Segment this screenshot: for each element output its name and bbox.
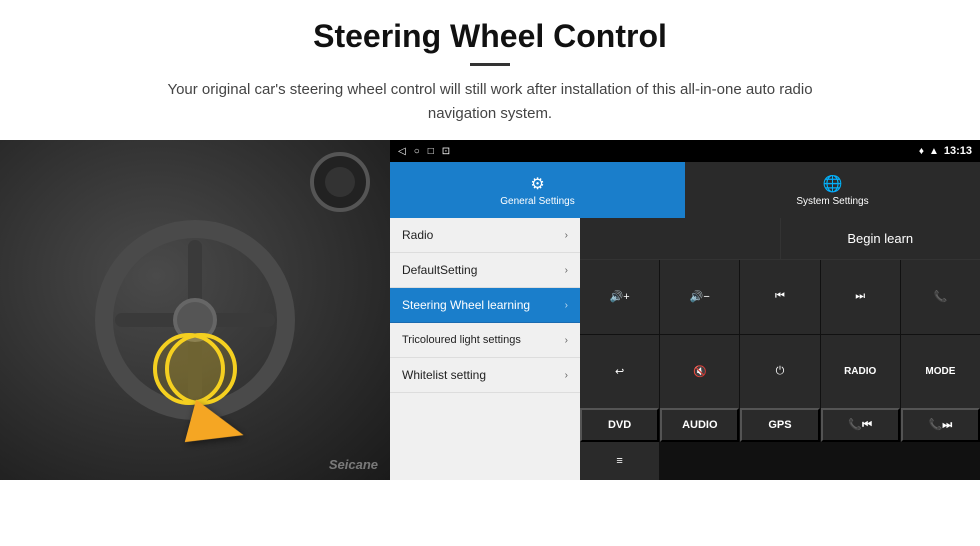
status-time: 13:13 (944, 145, 972, 157)
mode-button[interactable]: MODE (901, 335, 980, 409)
vol-up-button[interactable]: 🔊+ (580, 260, 659, 334)
bottom-button-row: DVD AUDIO GPS 📞⏮ 📞⏭ (580, 408, 980, 442)
menu-item-whitelist[interactable]: Whitelist setting › (390, 358, 580, 393)
audio-label: AUDIO (682, 419, 717, 431)
chevron-icon-radio: › (565, 230, 568, 241)
radio-button[interactable]: RADIO (821, 335, 900, 409)
content-area: Seicane ◁ ○ □ ⊡ ♦ ▲ 13:13 (0, 140, 980, 480)
steering-wheel (95, 220, 295, 420)
menu-list: Radio › DefaultSetting › Steering Wheel … (390, 218, 580, 480)
gps-button[interactable]: GPS (740, 408, 819, 442)
vol-down-button[interactable]: 🔊− (660, 260, 739, 334)
back-icon: ↩ (615, 365, 624, 378)
title-divider (470, 63, 510, 66)
menu-item-tricoloured-label: Tricoloured light settings (402, 333, 565, 347)
menu-item-radio-label: Radio (402, 228, 565, 242)
vol-down-icon: 🔊− (690, 290, 710, 303)
status-left: ◁ ○ □ ⊡ (398, 146, 450, 157)
prev-track-icon: ⏮ (775, 290, 785, 303)
power-icon: ⏻ (776, 365, 785, 378)
chevron-icon-tricoloured: › (565, 335, 568, 346)
chevron-icon-steering: › (565, 300, 568, 311)
screenshot-nav-icon[interactable]: ⊡ (442, 146, 450, 157)
tab-general-settings[interactable]: ⚙ General Settings (390, 162, 685, 218)
wifi-status-icon: ▲ (929, 146, 939, 157)
page-wrapper: Steering Wheel Control Your original car… (0, 0, 980, 480)
audio-button[interactable]: AUDIO (660, 408, 739, 442)
power-button[interactable]: ⏻ (740, 335, 819, 409)
highlight-right-buttons (153, 333, 225, 405)
menu-item-radio[interactable]: Radio › (390, 218, 580, 253)
phone-next-icon: 📞⏭ (929, 418, 953, 432)
mute-button[interactable]: 🔇 (660, 335, 739, 409)
next-track-button[interactable]: ⏭ (821, 260, 900, 334)
mode-label: MODE (925, 366, 955, 377)
phone-prev-button[interactable]: 📞⏮ (821, 408, 900, 442)
tab-system-settings[interactable]: 🌐 System Settings (685, 162, 980, 218)
phone-prev-icon: 📞⏮ (848, 418, 872, 432)
main-content: Radio › DefaultSetting › Steering Wheel … (390, 218, 980, 480)
chevron-icon-default: › (565, 265, 568, 276)
phone-button[interactable]: 📞 (901, 260, 980, 334)
vol-up-icon: 🔊+ (610, 290, 630, 303)
next-track-icon: ⏭ (855, 290, 865, 303)
car-photo: Seicane (0, 140, 390, 480)
begin-learn-button[interactable]: Begin learn (780, 218, 980, 259)
back-button[interactable]: ↩ (580, 335, 659, 409)
menu-item-whitelist-label: Whitelist setting (402, 368, 565, 382)
menu-item-defaultsetting-label: DefaultSetting (402, 263, 565, 277)
watermark: Seicane (329, 457, 378, 472)
last-button-row: ≡ (580, 442, 980, 480)
menu-item-tricoloured[interactable]: Tricoloured light settings › (390, 323, 580, 358)
home-nav-icon[interactable]: ○ (414, 146, 420, 157)
mute-icon: 🔇 (693, 365, 707, 378)
menu-item-steering-wheel[interactable]: Steering Wheel learning › (390, 288, 580, 323)
general-settings-icon: ⚙ (530, 174, 544, 194)
phone-icon: 📞 (934, 290, 948, 303)
menu-grid-button[interactable]: ≡ (580, 442, 659, 480)
phone-next-button[interactable]: 📞⏭ (901, 408, 980, 442)
radio-label-area (580, 218, 780, 259)
menu-item-defaultsetting[interactable]: DefaultSetting › (390, 253, 580, 288)
status-right: ♦ ▲ 13:13 (919, 145, 972, 157)
arrow-shape (185, 400, 250, 457)
header-section: Steering Wheel Control Your original car… (0, 0, 980, 140)
controls-area: Begin learn 🔊+ 🔊− ⏮ (580, 218, 980, 480)
radio-begin-row: Begin learn (580, 218, 980, 260)
recents-nav-icon[interactable]: □ (428, 146, 434, 157)
control-button-grid: 🔊+ 🔊− ⏮ ⏭ 📞 (580, 260, 980, 408)
menu-grid-icon: ≡ (616, 455, 622, 467)
arrow-overlay (190, 406, 245, 450)
dvd-label: DVD (608, 419, 631, 431)
system-settings-icon: 🌐 (823, 174, 843, 194)
gauge-hint (310, 152, 370, 212)
top-tabs: ⚙ General Settings 🌐 System Settings (390, 162, 980, 218)
radio-text-label: RADIO (844, 366, 876, 377)
tab-system-label: System Settings (796, 196, 868, 207)
menu-item-steering-label: Steering Wheel learning (402, 298, 565, 312)
back-nav-icon[interactable]: ◁ (398, 146, 406, 157)
dvd-button[interactable]: DVD (580, 408, 659, 442)
status-bar: ◁ ○ □ ⊡ ♦ ▲ 13:13 (390, 140, 980, 162)
car-photo-bg: Seicane (0, 140, 390, 480)
tab-general-label: General Settings (500, 196, 575, 207)
android-ui: ◁ ○ □ ⊡ ♦ ▲ 13:13 ⚙ General Settings (390, 140, 980, 480)
chevron-icon-whitelist: › (565, 370, 568, 381)
gauge-inner (325, 167, 355, 197)
prev-track-button[interactable]: ⏮ (740, 260, 819, 334)
sw-outer (95, 220, 295, 420)
gps-status-icon: ♦ (919, 146, 924, 157)
subtitle-text: Your original car's steering wheel contr… (140, 78, 840, 126)
page-title: Steering Wheel Control (60, 18, 920, 55)
gps-label: GPS (768, 419, 791, 431)
